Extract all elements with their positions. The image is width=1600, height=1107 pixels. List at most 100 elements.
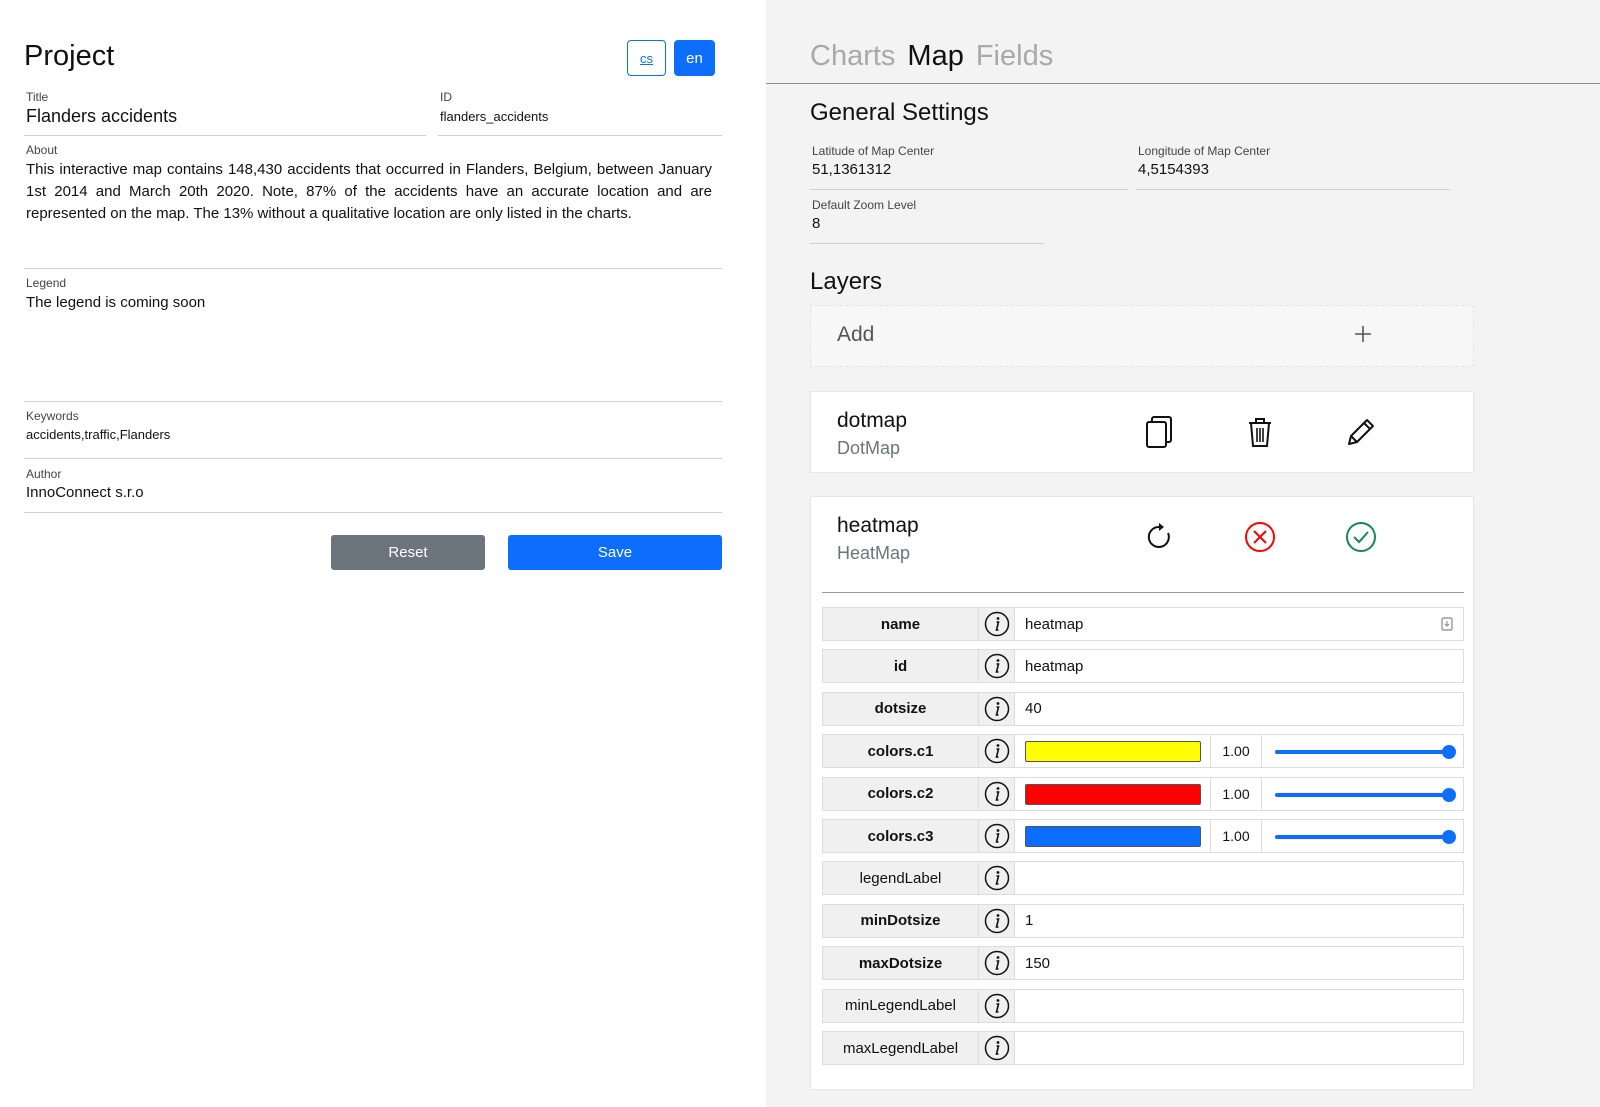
- add-layer-button[interactable]: Add: [810, 305, 1474, 367]
- param-input[interactable]: heatmap: [1015, 650, 1463, 682]
- param-key: legendLabel: [823, 862, 979, 895]
- author-label: Author: [26, 467, 62, 481]
- param-input[interactable]: 1: [1015, 905, 1463, 937]
- longitude-input[interactable]: 4,5154393: [1138, 161, 1450, 178]
- zoom-input[interactable]: 8: [812, 215, 1044, 232]
- keywords-input[interactable]: accidents,traffic,Flanders: [26, 427, 722, 442]
- param-key: minDotsize: [823, 904, 979, 937]
- alpha-value: 1.00: [1210, 777, 1262, 810]
- param-key: maxDotsize: [823, 947, 979, 980]
- legend-label: Legend: [26, 276, 67, 290]
- zoom-label: Default Zoom Level: [812, 198, 917, 212]
- param-key: colors.c2: [823, 777, 979, 810]
- param-input[interactable]: [1015, 1032, 1463, 1064]
- param-input[interactable]: 150: [1015, 947, 1463, 979]
- author-field[interactable]: Author InnoConnect s.r.o: [24, 467, 722, 513]
- keywords-field[interactable]: Keywords accidents,traffic,Flanders: [24, 409, 722, 459]
- settings-panel: Charts Map Fields General Settings Latit…: [766, 0, 1600, 1107]
- zoom-field[interactable]: Default Zoom Level 8: [810, 198, 1044, 244]
- info-icon[interactable]: [979, 777, 1015, 810]
- reset-icon[interactable]: [1141, 519, 1177, 555]
- param-key: id: [823, 650, 979, 683]
- cancel-icon[interactable]: [1242, 519, 1278, 555]
- param-row: colors.c2 1.00: [822, 776, 1464, 811]
- project-panel: Project cs en Title Flanders accidents I…: [0, 0, 766, 1107]
- tab-map[interactable]: Map: [907, 40, 963, 73]
- layer-card-dotmap: dotmap DotMap: [810, 391, 1474, 473]
- keywords-label: Keywords: [26, 409, 79, 423]
- layer-name: dotmap: [837, 409, 908, 432]
- param-key: dotsize: [823, 692, 979, 725]
- latitude-input[interactable]: 51,1361312: [812, 161, 1128, 178]
- tab-charts[interactable]: Charts: [810, 40, 895, 73]
- about-textarea[interactable]: This interactive map contains 148,430 ac…: [26, 159, 712, 225]
- author-input[interactable]: InnoConnect s.r.o: [26, 484, 722, 501]
- info-icon[interactable]: [979, 862, 1015, 895]
- param-row: legendLabel: [822, 861, 1464, 896]
- id-field[interactable]: ID flanders_accidents: [438, 90, 722, 136]
- alpha-slider[interactable]: [1275, 830, 1456, 844]
- autofill-icon[interactable]: [1441, 617, 1453, 636]
- info-icon[interactable]: [979, 989, 1015, 1022]
- copy-icon[interactable]: [1141, 414, 1177, 450]
- legend-textarea[interactable]: The legend is coming soon: [26, 294, 722, 311]
- param-row: dotsize 40: [822, 691, 1464, 726]
- card-divider: [822, 592, 1464, 593]
- info-icon[interactable]: [979, 608, 1015, 640]
- param-key: minLegendLabel: [823, 989, 979, 1022]
- tab-divider: [766, 83, 1600, 84]
- lang-cs-button[interactable]: cs: [627, 40, 666, 76]
- param-input[interactable]: [1015, 862, 1463, 894]
- tab-fields[interactable]: Fields: [976, 40, 1053, 73]
- layer-name: heatmap: [837, 514, 919, 537]
- longitude-field[interactable]: Longitude of Map Center 4,5154393: [1136, 144, 1450, 190]
- trash-icon[interactable]: [1242, 414, 1278, 450]
- param-input[interactable]: heatmap: [1015, 608, 1463, 640]
- color-swatch[interactable]: [1025, 741, 1201, 763]
- info-icon[interactable]: [979, 692, 1015, 725]
- title-input[interactable]: Flanders accidents: [26, 106, 426, 127]
- param-input[interactable]: 40: [1015, 693, 1463, 725]
- info-icon[interactable]: [979, 735, 1015, 768]
- slider-handle[interactable]: [1442, 830, 1456, 844]
- alpha-slider[interactable]: [1275, 745, 1456, 760]
- id-label: ID: [440, 90, 452, 104]
- color-swatch[interactable]: [1025, 783, 1201, 805]
- lang-en-button[interactable]: en: [674, 40, 715, 76]
- slider-handle[interactable]: [1442, 787, 1456, 802]
- param-row: maxLegendLabel: [822, 1031, 1464, 1065]
- reset-button[interactable]: Reset: [331, 535, 485, 570]
- save-button[interactable]: Save: [508, 535, 722, 570]
- param-row: name heatmap: [822, 607, 1464, 641]
- info-icon[interactable]: [979, 650, 1015, 683]
- slider-handle[interactable]: [1442, 745, 1456, 760]
- general-settings-heading: General Settings: [810, 99, 989, 126]
- info-icon[interactable]: [979, 947, 1015, 980]
- param-row: minLegendLabel: [822, 988, 1464, 1023]
- longitude-label: Longitude of Map Center: [1138, 144, 1271, 158]
- alpha-value: 1.00: [1210, 735, 1262, 768]
- param-row: colors.c1 1.00: [822, 734, 1464, 769]
- alpha-slider[interactable]: [1275, 787, 1456, 802]
- info-icon[interactable]: [979, 904, 1015, 937]
- about-label: About: [26, 143, 58, 157]
- project-heading: Project: [24, 40, 115, 72]
- param-key: name: [823, 608, 979, 640]
- param-input[interactable]: [1015, 990, 1463, 1022]
- id-input[interactable]: flanders_accidents: [440, 109, 722, 124]
- plus-icon: [1353, 324, 1373, 349]
- info-icon[interactable]: [979, 820, 1015, 852]
- title-field[interactable]: Title Flanders accidents: [24, 90, 426, 136]
- confirm-icon[interactable]: [1343, 519, 1379, 555]
- add-layer-label: Add: [837, 323, 875, 346]
- color-swatch[interactable]: [1025, 826, 1201, 847]
- legend-field[interactable]: Legend The legend is coming soon: [24, 276, 722, 402]
- layers-heading: Layers: [810, 268, 883, 295]
- param-key: maxLegendLabel: [823, 1032, 979, 1064]
- param-row: minDotsize 1: [822, 903, 1464, 938]
- latitude-field[interactable]: Latitude of Map Center 51,1361312: [810, 144, 1128, 190]
- about-field[interactable]: About This interactive map contains 148,…: [24, 143, 722, 269]
- param-row: colors.c3 1.00: [822, 819, 1464, 853]
- pencil-icon[interactable]: [1343, 414, 1379, 450]
- info-icon[interactable]: [979, 1032, 1015, 1064]
